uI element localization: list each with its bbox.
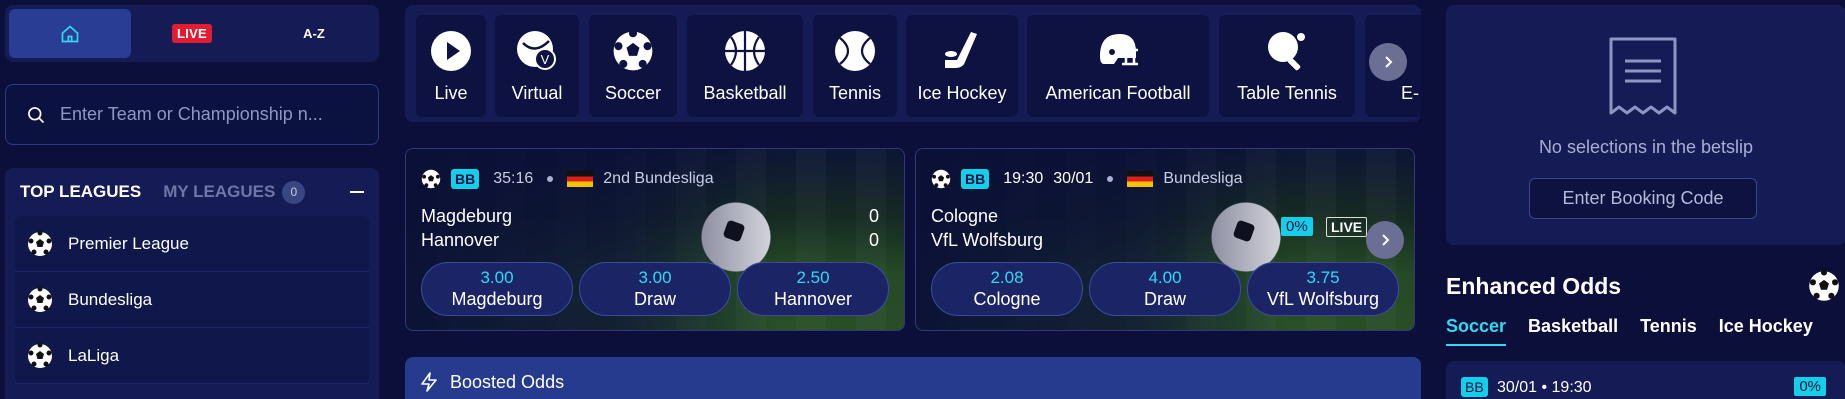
match-time: 35:16 bbox=[493, 170, 534, 187]
soccer-ball-icon bbox=[28, 286, 52, 312]
soccer-ball-icon bbox=[28, 230, 52, 256]
odds-row: 3.00 Magdeburg 3.00 Draw 2.50 Hannover bbox=[421, 262, 889, 316]
match-meta: BB 35:16 2nd Bundesliga bbox=[421, 169, 714, 189]
live-badge: LIVE bbox=[171, 24, 213, 43]
league-label: Bundesliga bbox=[68, 289, 153, 309]
away-team: VfL Wolfsburg bbox=[931, 230, 1044, 250]
lightning-icon bbox=[421, 372, 437, 392]
boosted-odds-label: Boosted Odds bbox=[450, 371, 565, 392]
receipt-icon bbox=[1609, 37, 1677, 115]
league-label: LaLiga bbox=[68, 345, 120, 365]
home-score: 0 bbox=[868, 206, 879, 226]
sports-bar: Live V Virtual Soccer Basketball Tennis … bbox=[405, 5, 1421, 122]
odd-button-draw[interactable]: 3.00 Draw bbox=[579, 262, 731, 316]
enhanced-odds-card[interactable]: BB 30/01 • 19:30 0% bbox=[1446, 361, 1845, 399]
match-datetime: 30/01 • 19:30 bbox=[1497, 379, 1592, 396]
bb-badge: BB bbox=[1461, 377, 1488, 397]
league-item-premier-league[interactable]: Premier League bbox=[15, 216, 369, 272]
boost-percent-badge: 0% bbox=[1281, 217, 1313, 236]
tennis-ball-icon bbox=[833, 29, 877, 73]
leagues-panel: TOP LEAGUES MY LEAGUES 0 Premier League … bbox=[5, 168, 379, 399]
odd-button-away[interactable]: 2.50 Hannover bbox=[737, 262, 889, 316]
match-card-magdeburg-hannover[interactable]: BB 35:16 2nd Bundesliga Magdeburg Hannov… bbox=[405, 148, 905, 331]
top-leagues-tab[interactable]: TOP LEAGUES bbox=[20, 182, 141, 202]
match-league: 2nd Bundesliga bbox=[603, 170, 714, 187]
booking-code-button[interactable]: Enter Booking Code bbox=[1529, 178, 1757, 219]
tab-tennis[interactable]: Tennis bbox=[1640, 316, 1697, 346]
soccer-ball-icon bbox=[931, 169, 951, 189]
soccer-ball-icon bbox=[611, 29, 655, 73]
sport-american-football[interactable]: American Football bbox=[1027, 15, 1209, 117]
odd-button-home[interactable]: 3.00 Magdeburg bbox=[421, 262, 573, 316]
home-icon bbox=[61, 24, 79, 42]
bb-badge: BB bbox=[451, 169, 480, 189]
sport-tennis[interactable]: Tennis bbox=[813, 15, 897, 117]
match-meta: BB 19:30 30/01 Bundesliga bbox=[931, 169, 1243, 189]
soccer-ball-icon bbox=[421, 169, 441, 189]
live-tab[interactable]: LIVE bbox=[131, 9, 253, 58]
boosted-odds-header[interactable]: Boosted Odds bbox=[405, 357, 1421, 399]
betslip-panel: No selections in the betslip Enter Booki… bbox=[1446, 5, 1845, 245]
odd-button-draw[interactable]: 4.00 Draw bbox=[1089, 262, 1241, 316]
home-team: Cologne bbox=[931, 206, 999, 226]
basketball-icon bbox=[723, 29, 767, 73]
hockey-stick-icon bbox=[940, 29, 984, 73]
sport-ice-hockey[interactable]: Ice Hockey bbox=[906, 15, 1018, 117]
match-time: 19:30 bbox=[1003, 170, 1044, 187]
collapse-icon[interactable] bbox=[350, 191, 364, 193]
enhanced-odds-title: Enhanced Odds bbox=[1446, 273, 1622, 299]
sports-next-button[interactable] bbox=[1369, 43, 1407, 81]
match-card-cologne-wolfsburg[interactable]: BB 19:30 30/01 Bundesliga Cologne VfL Wo… bbox=[915, 148, 1415, 331]
soccer-ball-icon bbox=[1809, 270, 1839, 301]
league-list: Premier League Bundesliga LaLiga bbox=[15, 216, 369, 384]
search-input[interactable] bbox=[60, 104, 360, 125]
germany-flag-icon bbox=[1127, 171, 1154, 187]
tab-soccer[interactable]: Soccer bbox=[1446, 316, 1507, 346]
match-date: 30/01 bbox=[1053, 170, 1094, 187]
odd-button-away[interactable]: 3.75 VfL Wolfsburg bbox=[1247, 262, 1399, 316]
chevron-right-icon bbox=[1385, 56, 1393, 68]
odd-button-home[interactable]: 2.08 Cologne bbox=[931, 262, 1083, 316]
match-next-button[interactable] bbox=[1366, 221, 1404, 259]
sport-live[interactable]: Live bbox=[416, 15, 486, 117]
play-icon bbox=[429, 29, 473, 73]
svg-text:V: V bbox=[541, 52, 550, 67]
boost-percent-badge: 0% bbox=[1794, 377, 1826, 396]
match-league: Bundesliga bbox=[1163, 170, 1243, 187]
soccer-ball-icon bbox=[28, 342, 52, 368]
away-score: 0 bbox=[868, 230, 879, 250]
home-tab[interactable] bbox=[9, 9, 131, 58]
az-tab[interactable]: A-Z bbox=[253, 9, 375, 58]
home-team: Magdeburg bbox=[421, 206, 513, 226]
enhanced-odds-tabs: Soccer Basketball Tennis Ice Hockey bbox=[1446, 316, 1813, 346]
betslip-empty-text: No selections in the betslip bbox=[1538, 137, 1754, 157]
sport-basketball[interactable]: Basketball bbox=[687, 15, 803, 117]
league-item-bundesliga[interactable]: Bundesliga bbox=[15, 272, 369, 328]
sport-table-tennis[interactable]: Table Tennis bbox=[1219, 15, 1355, 117]
search-box bbox=[5, 84, 379, 145]
chevron-right-icon bbox=[1382, 234, 1390, 246]
germany-flag-icon bbox=[567, 171, 594, 187]
league-item-laliga[interactable]: LaLiga bbox=[15, 328, 369, 384]
my-leagues-tab[interactable]: MY LEAGUES bbox=[163, 182, 275, 202]
sport-soccer[interactable]: Soccer bbox=[589, 15, 677, 117]
search-icon bbox=[28, 106, 45, 123]
my-leagues-count: 0 bbox=[282, 180, 306, 204]
virtual-icon: V bbox=[515, 29, 559, 73]
bb-badge: BB bbox=[961, 169, 990, 189]
odds-row: 2.08 Cologne 4.00 Draw 3.75 VfL Wolfsburg bbox=[931, 262, 1399, 316]
tab-ice-hockey[interactable]: Ice Hockey bbox=[1719, 316, 1813, 346]
top-nav-tabs: LIVE A-Z bbox=[5, 5, 379, 62]
table-tennis-icon bbox=[1265, 29, 1309, 73]
live-tag: LIVE bbox=[1326, 217, 1368, 237]
football-helmet-icon bbox=[1096, 29, 1140, 73]
sport-virtual[interactable]: V Virtual bbox=[495, 15, 579, 117]
league-label: Premier League bbox=[68, 233, 189, 253]
leagues-header: TOP LEAGUES MY LEAGUES 0 bbox=[5, 168, 379, 216]
az-label: A-Z bbox=[303, 26, 325, 41]
tab-basketball[interactable]: Basketball bbox=[1528, 316, 1618, 346]
away-team: Hannover bbox=[421, 230, 500, 250]
